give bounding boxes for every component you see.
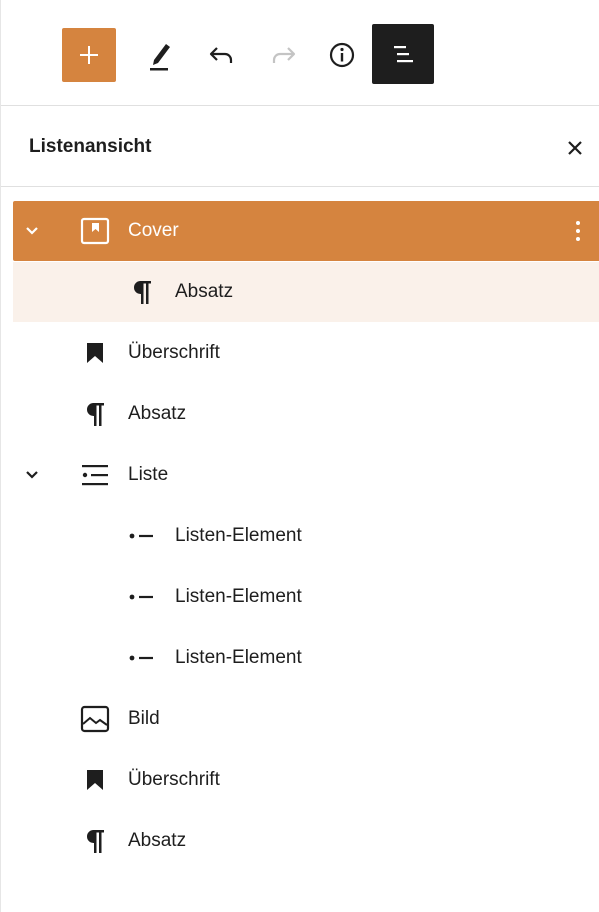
panel-title: Listenansicht (29, 136, 152, 157)
tree-item-label: Listen-Element (175, 525, 302, 546)
plus-icon (80, 46, 98, 64)
tree-item-image[interactable]: Bild (13, 689, 599, 749)
tree-item-paragraph[interactable]: Absatz (13, 262, 599, 322)
info-icon (329, 42, 355, 68)
list-item-icon (126, 521, 158, 551)
tree-item-label: Liste (128, 464, 169, 485)
details-button[interactable] (321, 34, 363, 76)
chevron-down-icon[interactable] (23, 222, 41, 240)
tree-item-label: Cover (128, 220, 179, 241)
editor-toolbar (1, 0, 599, 106)
list-icon (79, 460, 111, 490)
heading-icon (79, 338, 111, 368)
chevron-down-icon[interactable] (23, 466, 41, 484)
tree-item-label: Überschrift (128, 342, 220, 363)
tree-item-list[interactable]: Liste (13, 445, 599, 505)
tree-item-heading[interactable]: Überschrift (13, 323, 599, 383)
tree-item-label: Absatz (128, 403, 187, 424)
tree-item-label: Listen-Element (175, 647, 302, 668)
list-view-icon (394, 46, 413, 63)
tools-button[interactable] (140, 34, 180, 76)
pencil-icon (150, 44, 170, 71)
tree-item-label: Absatz (128, 830, 187, 851)
editor-frame: Listenansicht Cover Absatz Überschrift A… (0, 0, 599, 912)
more-options-icon[interactable] (568, 216, 588, 246)
tree-item-label: Überschrift (128, 769, 220, 790)
close-button[interactable] (561, 134, 589, 162)
cover-icon (79, 216, 111, 246)
redo-icon (272, 47, 296, 63)
heading-icon (79, 765, 111, 795)
list-view-header: Listenansicht (1, 106, 599, 187)
paragraph-icon (79, 826, 111, 856)
add-block-button[interactable] (62, 28, 116, 82)
redo-button[interactable] (263, 34, 305, 76)
tree-item-list-item[interactable]: Listen-Element (13, 567, 599, 627)
close-icon (568, 141, 582, 155)
tree-item-label: Bild (128, 708, 160, 729)
undo-icon (209, 47, 233, 63)
tree-item-list-item[interactable]: Listen-Element (13, 506, 599, 566)
list-view-button[interactable] (372, 24, 434, 84)
paragraph-icon (79, 399, 111, 429)
tree-item-paragraph[interactable]: Absatz (13, 811, 599, 871)
tree-item-list-item[interactable]: Listen-Element (13, 628, 599, 688)
undo-button[interactable] (200, 34, 242, 76)
list-item-icon (126, 643, 158, 673)
tree-item-heading[interactable]: Überschrift (13, 750, 599, 810)
paragraph-icon (126, 277, 158, 307)
list-item-icon (126, 582, 158, 612)
tree-item-paragraph[interactable]: Absatz (13, 384, 599, 444)
image-icon (79, 704, 111, 734)
tree-item-label: Absatz (175, 281, 234, 302)
tree-item-cover[interactable]: Cover (13, 201, 599, 261)
tree-item-label: Listen-Element (175, 586, 302, 607)
